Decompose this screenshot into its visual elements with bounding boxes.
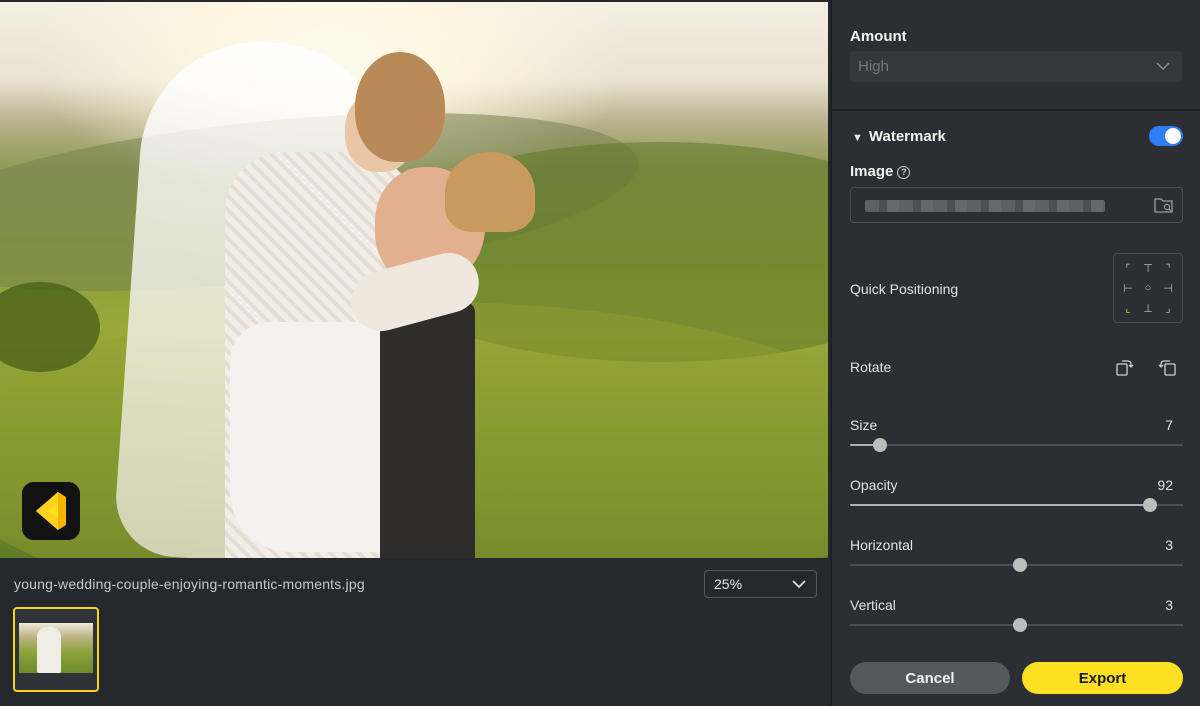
amount-value: High xyxy=(858,58,889,75)
folder-search-icon[interactable] xyxy=(1154,196,1174,214)
size-label: Size xyxy=(850,417,878,433)
amount-select[interactable]: High xyxy=(850,51,1182,82)
canvas-area: young-wedding-couple-enjoying-romantic-m… xyxy=(0,0,830,706)
help-icon[interactable]: ? xyxy=(897,166,911,179)
file-name: young-wedding-couple-enjoying-romantic-m… xyxy=(14,576,365,592)
vertical-slider-handle[interactable] xyxy=(1012,618,1027,632)
quick-positioning-grid[interactable]: ⌜ ⊤ ⌝ ⊢ ○ ⊣ ⌞ ⊥ ⌟ xyxy=(1113,253,1183,323)
position-bottom-right[interactable]: ⌟ xyxy=(1158,298,1178,318)
watermark-image-field[interactable] xyxy=(850,187,1183,223)
app-logo xyxy=(22,482,80,540)
blurred-file-path xyxy=(865,200,1105,212)
quick-positioning-label: Quick Positioning xyxy=(850,281,959,297)
horizontal-value: 3 xyxy=(1165,537,1173,553)
amount-label: Amount xyxy=(850,28,907,45)
opacity-slider-fill xyxy=(850,504,1150,506)
rotate-right-icon[interactable] xyxy=(1158,357,1178,377)
position-middle-left[interactable]: ⊢ xyxy=(1118,278,1138,298)
opacity-slider-handle[interactable] xyxy=(1142,498,1157,512)
watermark-title: Watermark xyxy=(868,128,946,145)
thumbnail-image xyxy=(19,623,93,673)
section-divider xyxy=(832,109,1200,111)
size-slider[interactable] xyxy=(850,438,1183,452)
position-bottom-left[interactable]: ⌞ xyxy=(1118,298,1138,318)
opacity-slider[interactable] xyxy=(850,498,1183,512)
size-slider-handle[interactable] xyxy=(872,438,887,452)
vertical-label: Vertical xyxy=(850,597,896,613)
horizontal-slider-handle[interactable] xyxy=(1012,558,1027,572)
position-top-left[interactable]: ⌜ xyxy=(1118,258,1138,278)
watermark-header[interactable]: ▼ Watermark xyxy=(852,128,946,145)
size-value: 7 xyxy=(1165,417,1173,433)
settings-panel: Amount High ▼ Watermark Image? Quick Posi… xyxy=(831,0,1200,706)
zoom-dropdown[interactable]: 25% xyxy=(704,570,817,598)
position-middle-right[interactable]: ⊣ xyxy=(1158,278,1178,298)
chevron-down-icon xyxy=(792,579,806,588)
image-label-row: Image? xyxy=(850,163,911,180)
cancel-button[interactable]: Cancel xyxy=(850,662,1010,694)
position-bottom-center[interactable]: ⊥ xyxy=(1138,298,1158,318)
thumbnail-selected[interactable] xyxy=(13,607,99,692)
chevron-down-icon xyxy=(1156,62,1170,71)
export-button[interactable]: Export xyxy=(1022,662,1183,694)
position-top-center[interactable]: ⊤ xyxy=(1138,258,1158,278)
position-top-right[interactable]: ⌝ xyxy=(1158,258,1178,278)
horizontal-label: Horizontal xyxy=(850,537,914,553)
watermark-toggle[interactable] xyxy=(1149,126,1183,146)
zoom-value: 25% xyxy=(714,576,743,592)
opacity-value: 92 xyxy=(1157,477,1173,493)
rotate-left-icon[interactable] xyxy=(1114,357,1134,377)
vertical-value: 3 xyxy=(1165,597,1173,613)
collapse-triangle-icon: ▼ xyxy=(852,132,863,144)
horizontal-slider[interactable] xyxy=(850,558,1183,572)
vertical-slider[interactable] xyxy=(850,618,1183,632)
preview-photo xyxy=(0,2,828,558)
rotate-label: Rotate xyxy=(850,359,892,375)
opacity-label: Opacity xyxy=(850,477,898,493)
position-center[interactable]: ○ xyxy=(1138,278,1158,298)
image-label: Image xyxy=(850,163,894,180)
